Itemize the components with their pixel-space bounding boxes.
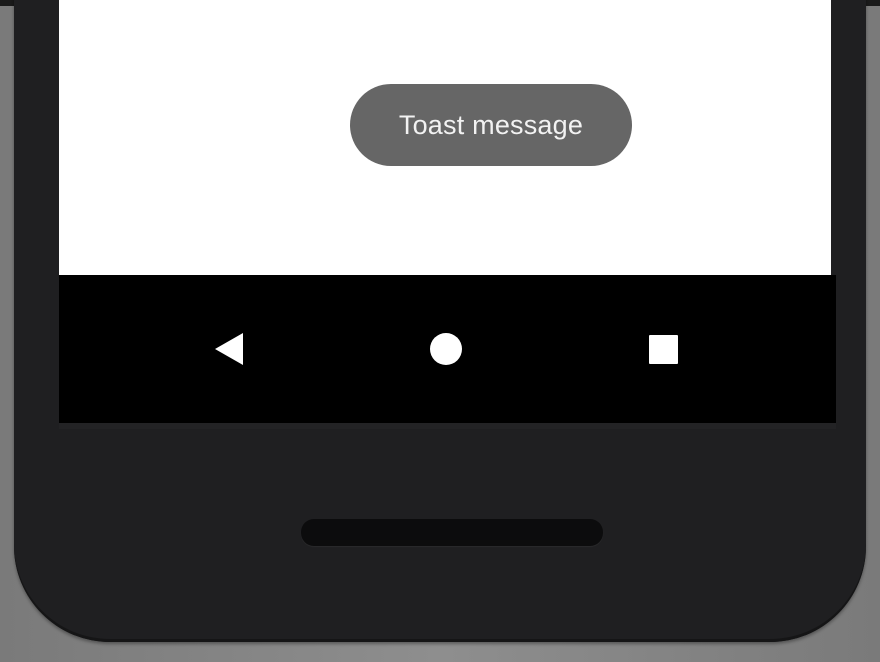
system-navigation-bar [59,275,836,423]
device-chin [59,423,836,429]
phone-frame: Toast message [14,0,866,642]
toast-message: Toast message [398,109,584,140]
back-button[interactable] [179,275,279,423]
toast-popup: Toast message [350,84,632,166]
recents-button[interactable] [613,275,713,423]
home-button[interactable] [396,275,496,423]
recents-square-icon [648,334,678,364]
home-circle-icon [430,333,462,365]
earpiece-speaker-grille [301,519,603,546]
app-screen: Toast message [59,0,831,275]
back-triangle-icon [215,333,243,365]
